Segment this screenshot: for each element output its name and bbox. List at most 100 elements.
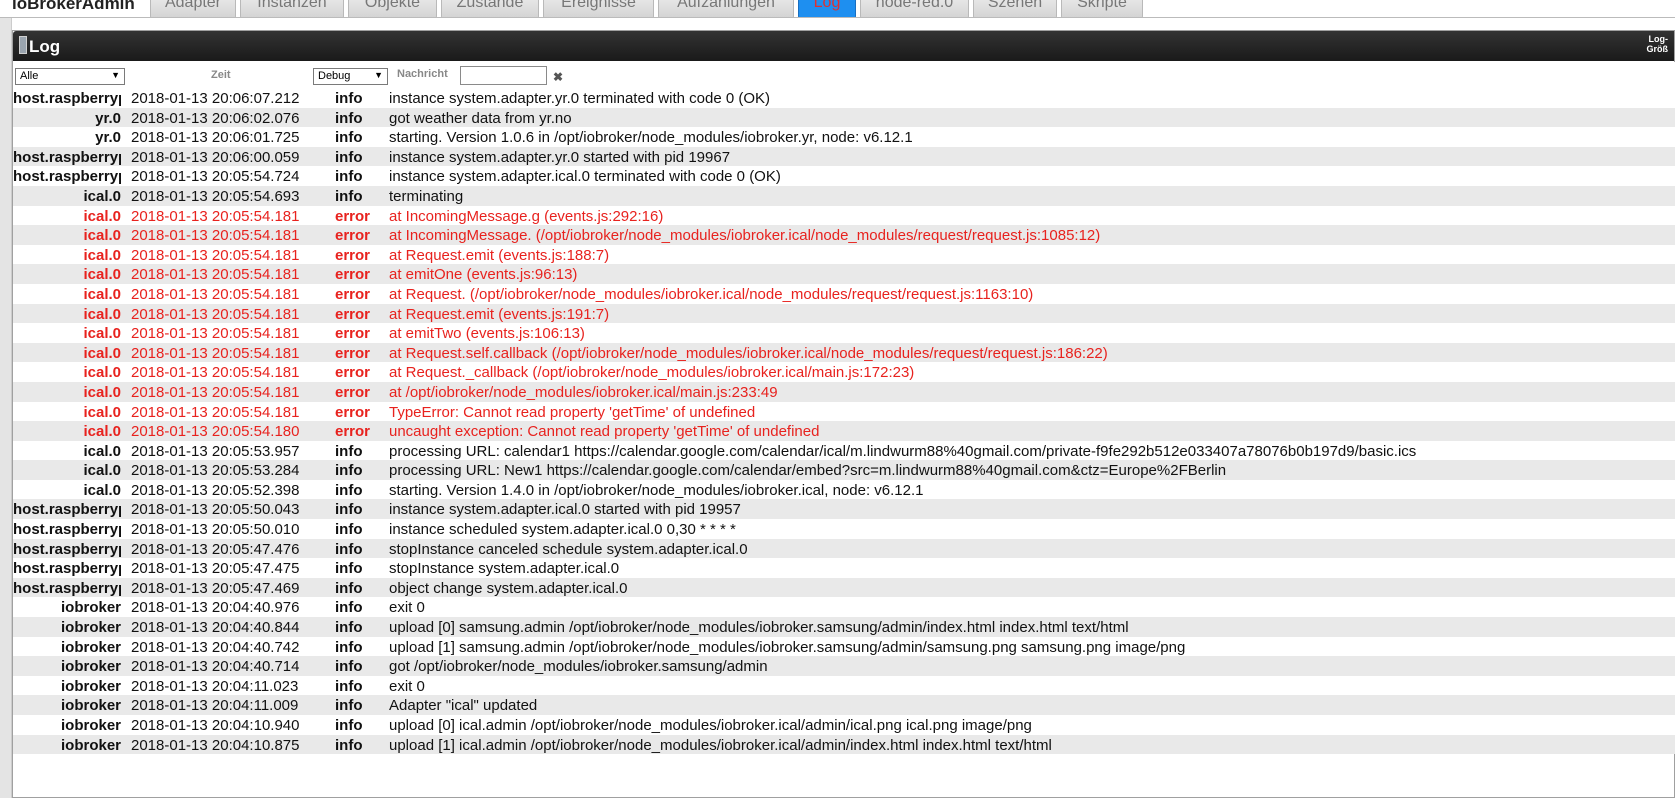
log-size-label[interactable]: Log- Größ — [1647, 34, 1669, 54]
tab-objekte[interactable]: Objekte — [348, 0, 437, 17]
tab-label: Ereignisse — [561, 0, 636, 11]
tab-node-red-0[interactable]: node-red.0 — [860, 0, 969, 17]
log-message: upload [0] ical.admin /opt/iobroker/node… — [389, 717, 1032, 734]
log-time: 2018-01-13 20:05:54.724 — [131, 168, 300, 186]
tab-label: Zustände — [456, 0, 524, 11]
log-time: 2018-01-13 20:04:40.844 — [131, 619, 300, 637]
clear-filter-icon[interactable]: ✖ — [553, 70, 563, 84]
log-row: host.raspberryp 2018-01-13 20:05:50.010 in… — [13, 519, 1675, 539]
tab-label: Log — [813, 0, 841, 11]
log-row: iobroker 2018-01-13 20:04:10.875 info uploa… — [13, 734, 1675, 755]
log-source: host.raspberryp — [13, 540, 121, 558]
log-severity: info — [335, 599, 363, 617]
log-row: ical.0 2018-01-13 20:05:54.181 error TypeEr… — [13, 401, 1675, 422]
log-time: 2018-01-13 20:05:54.180 — [131, 423, 300, 441]
log-row: iobroker 2018-01-13 20:04:11.023 info exit … — [13, 675, 1675, 696]
tab-log[interactable]: Log — [798, 0, 856, 17]
log-size-line2: Größ — [1646, 44, 1669, 54]
log-message: terminating — [389, 187, 464, 205]
left-gutter — [0, 18, 12, 798]
log-message: stopInstance canceled schedule system.ad… — [389, 540, 748, 558]
log-time: 2018-01-13 20:05:54.181 — [131, 227, 300, 245]
log-source: iobroker — [60, 599, 121, 617]
log-time: 2018-01-13 20:05:54.181 — [131, 305, 300, 323]
log-severity: error — [335, 344, 371, 362]
log-row: ical.0 2018-01-13 20:05:54.181 error at Inc… — [13, 225, 1675, 245]
tab-adapter[interactable]: Adapter — [150, 0, 236, 17]
log-source: ical.0 — [83, 364, 121, 382]
log-time: 2018-01-13 20:04:10.875 — [131, 736, 300, 754]
log-severity: info — [335, 442, 363, 460]
log-row: ical.0 2018-01-13 20:05:53.957 info process… — [13, 440, 1675, 461]
log-row: yr.0 2018-01-13 20:06:02.076 info got weath… — [13, 107, 1675, 128]
log-source: ical.0 — [83, 403, 121, 421]
log-time: 2018-01-13 20:05:54.181 — [131, 207, 300, 225]
tab-skripte[interactable]: Skripte — [1061, 0, 1143, 17]
log-source: ical.0 — [83, 442, 121, 460]
log-message: at emitTwo (events.js:106:13) — [389, 325, 585, 343]
log-severity: info — [335, 658, 363, 676]
log-severity: info — [335, 148, 363, 166]
log-row: ical.0 2018-01-13 20:05:54.181 error at Inc… — [13, 205, 1675, 226]
log-severity: error — [335, 246, 371, 264]
log-severity: info — [335, 579, 363, 597]
log-time: 2018-01-13 20:05:47.475 — [131, 560, 300, 578]
tab-szenen[interactable]: Szenen — [973, 0, 1057, 17]
log-message: at emitOne (events.js:96:13) — [389, 266, 578, 284]
level-filter-select[interactable]: Debug ▼ — [313, 68, 388, 85]
log-message: upload [1] ical.admin /opt/iobroker/node… — [389, 736, 1052, 754]
log-row: host.raspberryp 2018-01-13 20:06:00.059 in… — [13, 146, 1675, 167]
log-row: iobroker 2018-01-13 20:04:40.844 info uploa… — [13, 617, 1675, 637]
log-time: 2018-01-13 20:06:00.059 — [131, 148, 300, 166]
top-navigation: ioBrokerAdmin Adapter Instanzen Objekte Zus… — [0, 0, 1675, 18]
tab-label: Skripte — [1077, 0, 1127, 11]
log-severity: info — [335, 90, 363, 107]
tab-instanzen[interactable]: Instanzen — [240, 0, 344, 17]
log-severity: info — [335, 638, 363, 656]
log-size-line1: Log- — [1648, 34, 1669, 44]
log-row: ical.0 2018-01-13 20:05:54.181 error at emi… — [13, 264, 1675, 284]
log-severity: info — [335, 168, 363, 186]
tab-zust-nde[interactable]: Zustände — [441, 0, 539, 17]
log-message: at Request.emit (events.js:191:7) — [389, 305, 610, 323]
log-time: 2018-01-13 20:05:50.043 — [131, 501, 300, 519]
time-column-header[interactable]: Zeit — [211, 69, 231, 81]
log-message: instance scheduled system.adapter.ical.0… — [389, 521, 736, 539]
log-time: 2018-01-13 20:04:40.976 — [131, 599, 300, 617]
level-filter-value: Debug — [318, 70, 351, 82]
log-message: instance system.adapter.ical.0 terminate… — [389, 168, 781, 186]
log-time: 2018-01-13 20:05:54.693 — [131, 187, 300, 205]
log-row: ical.0 2018-01-13 20:05:54.181 error at emi… — [13, 323, 1675, 343]
log-row: ical.0 2018-01-13 20:05:54.181 error at Req… — [13, 362, 1675, 382]
log-severity: error — [335, 266, 371, 284]
message-filter-input[interactable] — [460, 66, 547, 85]
log-message: at Request.emit (events.js:188:7) — [389, 246, 610, 264]
log-severity: info — [335, 481, 363, 499]
log-severity: info — [335, 560, 363, 578]
log-source: host.raspberryp — [13, 148, 121, 166]
log-source: ical.0 — [83, 462, 121, 480]
log-source: iobroker — [60, 658, 121, 676]
log-message: TypeError: Cannot read property 'getTime… — [389, 403, 756, 421]
log-severity: error — [335, 364, 371, 382]
log-row: ical.0 2018-01-13 20:05:54.181 error at Req… — [13, 342, 1675, 363]
log-message: got weather data from yr.no — [389, 109, 572, 127]
log-severity: info — [335, 540, 363, 558]
log-message: starting. Version 1.4.0 in /opt/iobroker… — [389, 481, 924, 499]
log-severity: error — [335, 423, 371, 441]
tab-ereignisse[interactable]: Ereignisse — [543, 0, 654, 17]
log-message: starting. Version 1.0.6 in /opt/iobroker… — [389, 129, 913, 147]
log-time: 2018-01-13 20:05:54.181 — [131, 285, 300, 303]
log-message: processing URL: New1 https://calendar.go… — [389, 462, 1227, 480]
log-source: ical.0 — [83, 423, 121, 441]
log-message: at Request. (/opt/iobroker/node_modules/… — [389, 285, 1034, 303]
source-filter-select[interactable]: Alle ▼ — [15, 68, 125, 85]
log-source: ical.0 — [83, 207, 121, 225]
log-row: host.raspberryp 2018-01-13 20:05:47.476 in… — [13, 538, 1675, 559]
tab-aufz-hlungen[interactable]: Aufzählungen — [658, 0, 794, 17]
log-time: 2018-01-13 20:05:50.010 — [131, 521, 300, 539]
log-row: ical.0 2018-01-13 20:05:54.180 error uncaug… — [13, 421, 1675, 441]
log-source: iobroker — [60, 677, 121, 695]
app-brand: ioBrokerAdmin — [12, 0, 135, 13]
log-row: iobroker 2018-01-13 20:04:40.714 info got /… — [13, 656, 1675, 676]
